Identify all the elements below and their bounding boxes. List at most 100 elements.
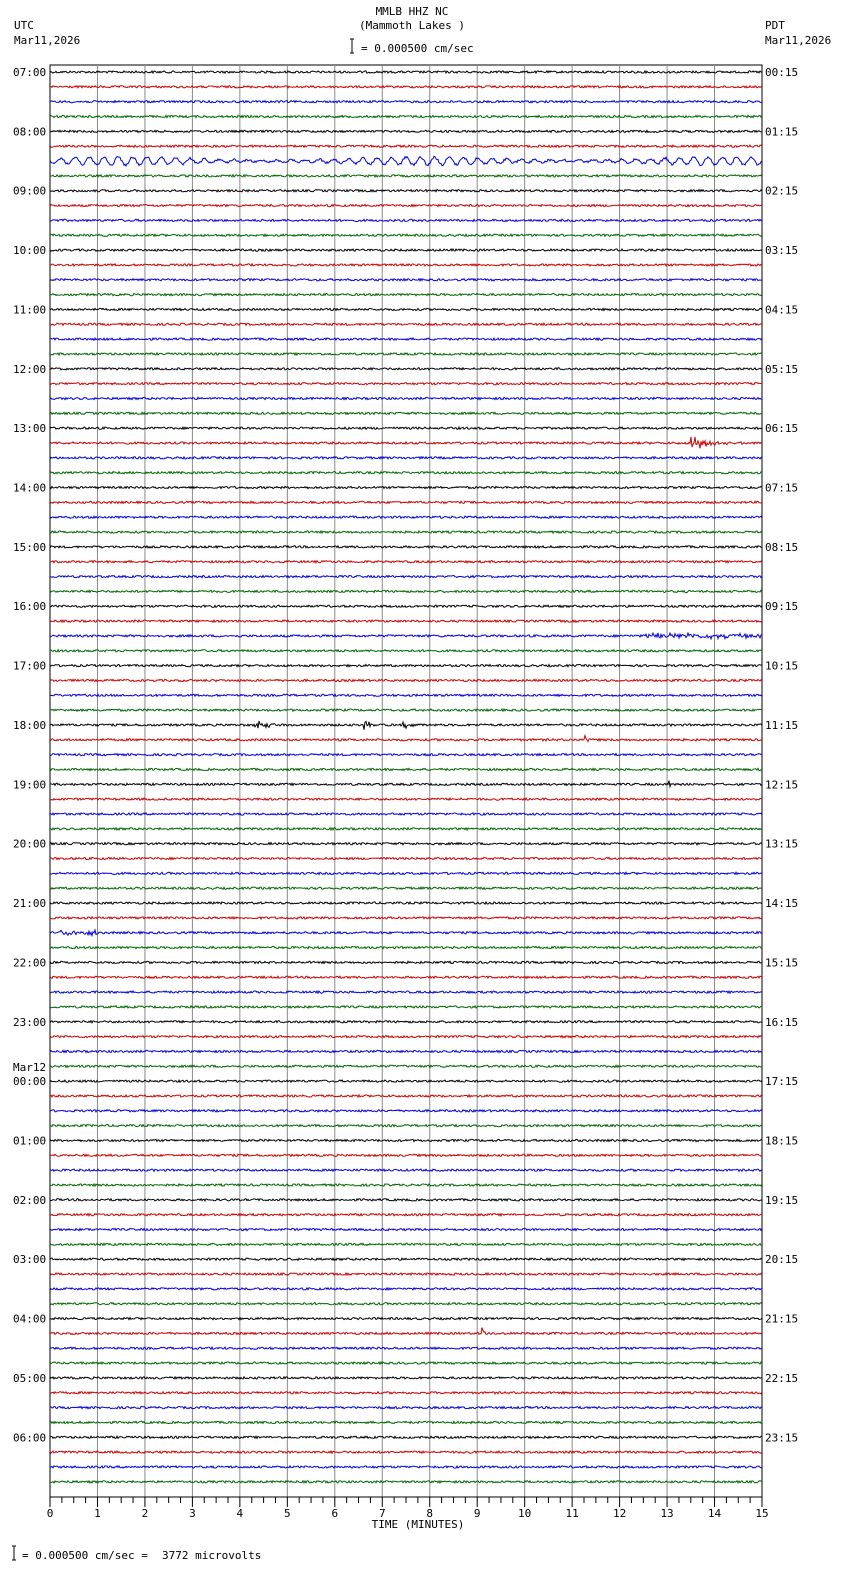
x-tick-label: 11 — [566, 1507, 579, 1520]
pdt-hour-label: 14:15 — [765, 897, 798, 910]
date-change-label: Mar12 — [13, 1061, 46, 1074]
trace-line — [49, 188, 763, 193]
utc-hour-label: 04:00 — [13, 1313, 46, 1326]
trace-line — [49, 618, 763, 624]
utc-hour-label: 06:00 — [13, 1431, 46, 1444]
trace-line — [49, 631, 763, 641]
pdt-hour-label: 23:15 — [765, 1431, 798, 1444]
trace-line — [49, 292, 763, 297]
trace-line — [49, 129, 763, 134]
trace-line — [49, 1064, 763, 1069]
pdt-hour-label: 05:15 — [765, 363, 798, 376]
trace-line — [49, 470, 763, 475]
pdt-hour-label: 15:15 — [765, 956, 798, 969]
trace-line — [49, 1034, 763, 1039]
utc-hour-label: 13:00 — [13, 422, 46, 435]
station-title: MMLB HHZ NC — [376, 5, 449, 18]
trace-line — [49, 1360, 763, 1366]
trace-line — [49, 247, 763, 253]
trace-line — [49, 1479, 763, 1484]
utc-hour-label: 22:00 — [13, 956, 46, 969]
x-tick-label: 9 — [474, 1507, 481, 1520]
utc-hour-label: 21:00 — [13, 897, 46, 910]
trace-line — [49, 1420, 763, 1425]
seismogram-chart: MMLB HHZ NC (Mammoth Lakes ) UTC Mar11,2… — [12, 5, 831, 1562]
utc-hour-label: 03:00 — [13, 1253, 46, 1266]
pdt-hour-label: 11:15 — [765, 719, 798, 732]
footer-scale-icon — [12, 1545, 16, 1561]
trace-line — [49, 559, 763, 564]
trace-line — [49, 1123, 763, 1128]
trace-line — [49, 351, 763, 357]
utc-hour-label: 15:00 — [13, 541, 46, 554]
trace-line — [49, 381, 762, 386]
trace-line — [49, 322, 763, 327]
trace-line — [49, 915, 763, 921]
trace-line — [49, 366, 763, 371]
x-tick-label: 13 — [660, 1507, 673, 1520]
footer-scale-label: = 0.000500 cm/sec = — [22, 1549, 148, 1562]
x-tick-label: 10 — [518, 1507, 531, 1520]
trace-line — [50, 604, 763, 609]
trace-line — [49, 733, 763, 743]
trace-line — [49, 589, 763, 594]
trace-line — [49, 663, 763, 668]
trace-line — [49, 436, 763, 449]
trace-line — [49, 1242, 763, 1247]
trace-line — [49, 455, 763, 460]
trace-line — [50, 707, 763, 713]
trace-line — [49, 411, 763, 416]
trace-line — [49, 218, 763, 223]
trace-line — [49, 262, 763, 268]
trace-line — [49, 1435, 763, 1440]
trace-line — [50, 720, 763, 730]
pdt-hour-label: 13:15 — [765, 838, 798, 851]
trace-line — [49, 425, 763, 431]
utc-hour-label: 10:00 — [13, 244, 46, 257]
trace-line — [49, 1271, 763, 1277]
trace-line — [49, 1227, 763, 1232]
pdt-hour-label: 04:15 — [765, 303, 798, 316]
trace-line — [49, 648, 763, 653]
trace-line — [49, 928, 762, 938]
x-tick-label: 3 — [189, 1507, 196, 1520]
pdt-hour-label: 19:15 — [765, 1194, 798, 1207]
trace-line — [49, 945, 763, 950]
utc-hour-label: 02:00 — [13, 1194, 46, 1207]
traces — [49, 69, 763, 1484]
trace-line — [49, 307, 763, 312]
trace-line — [49, 1108, 763, 1113]
trace-line — [49, 84, 763, 89]
pdt-hour-label: 06:15 — [765, 422, 798, 435]
x-tick-label: 14 — [708, 1507, 722, 1520]
utc-hour-label: 14:00 — [13, 482, 46, 495]
trace-line — [49, 1049, 763, 1054]
trace-line — [49, 767, 763, 772]
trace-line — [49, 69, 763, 75]
trace-line — [49, 1375, 763, 1381]
pdt-hour-label: 22:15 — [765, 1372, 798, 1385]
x-tick-label: 2 — [142, 1507, 149, 1520]
x-tick-label: 15 — [755, 1507, 768, 1520]
pdt-date: Mar11,2026 — [765, 34, 831, 47]
trace-line — [49, 396, 763, 401]
utc-hour-label: 01:00 — [13, 1134, 46, 1147]
trace-line — [49, 1019, 763, 1024]
pdt-hour-label: 17:15 — [765, 1075, 798, 1088]
trace-line — [49, 975, 763, 980]
trace-line — [49, 1464, 763, 1469]
utc-hour-label: 07:00 — [13, 66, 46, 79]
x-tick-label: 12 — [613, 1507, 626, 1520]
trace-line — [49, 485, 763, 490]
trace-line — [49, 1257, 763, 1262]
trace-line — [49, 1182, 763, 1188]
trace-line — [49, 515, 763, 520]
trace-line — [49, 1212, 763, 1217]
trace-line — [50, 1405, 763, 1410]
trace-line — [49, 871, 763, 876]
x-axis: 0 1 2 3 4 5 6 7 8 9 10 11 12 13 14 15 — [47, 1496, 769, 1520]
trace-line — [49, 500, 763, 505]
utc-label: UTC — [14, 19, 34, 32]
trace-line — [49, 841, 763, 846]
x-tick-label: 6 — [331, 1507, 338, 1520]
